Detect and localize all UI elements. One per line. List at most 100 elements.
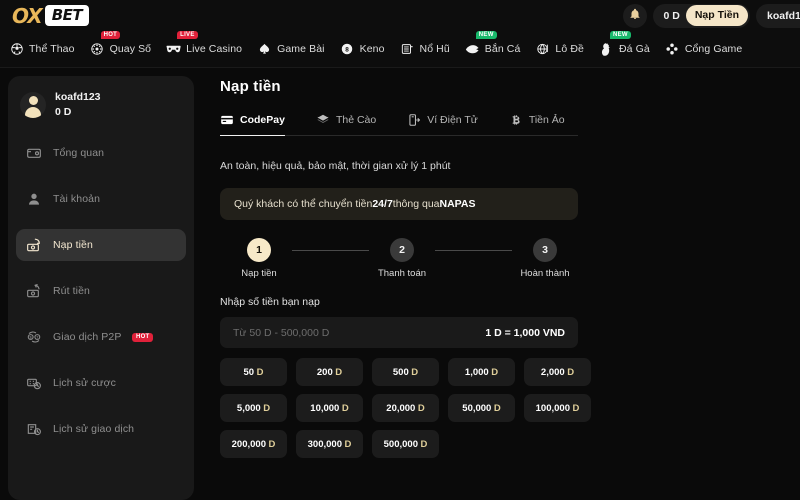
step-number: 2 bbox=[390, 238, 414, 262]
quick-amount-chip[interactable]: 500,000 D bbox=[372, 430, 439, 458]
nav-item-0[interactable]: Thể Thao bbox=[9, 42, 83, 57]
sidebar-item-label: Giao dịch P2P bbox=[53, 331, 122, 344]
chip-currency: D bbox=[268, 438, 276, 450]
sidebar-badge-hot: HOT bbox=[132, 332, 154, 342]
site-logo[interactable]: OX BET bbox=[12, 4, 90, 28]
exchange-rate-label: 1 D = 1,000 VND bbox=[485, 326, 565, 339]
balance-pill: 0 D Nạp Tiền bbox=[652, 3, 750, 28]
chip-currency: D bbox=[341, 402, 349, 414]
quick-amount-chip[interactable]: 1,000 D bbox=[448, 358, 515, 386]
sidebar-item-label: Lịch sử giao dịch bbox=[53, 423, 135, 436]
sidebar-item-0[interactable]: Tổng quan bbox=[16, 137, 186, 169]
nav-item-3[interactable]: Game Bài bbox=[257, 42, 333, 57]
notice-strong-hours: 24/7 bbox=[372, 198, 393, 210]
nav-item-7[interactable]: Lô Đề bbox=[535, 42, 592, 57]
chip-value: 50 bbox=[243, 366, 255, 378]
nav-item-label: Quay Số bbox=[109, 43, 152, 55]
nav-item-label: Game Bài bbox=[277, 43, 325, 55]
nav-item-label: Thể Thao bbox=[29, 43, 75, 55]
nav-item-label: Bắn Cá bbox=[484, 43, 521, 55]
quick-amount-chip[interactable]: 50 D bbox=[220, 358, 287, 386]
page-title: Nạp tiền bbox=[220, 78, 281, 95]
chip-currency: D bbox=[491, 366, 499, 378]
chip-value: 200 bbox=[316, 366, 333, 378]
sidebar-item-label: Nạp tiền bbox=[53, 239, 93, 252]
step-2: 2 Thanh toán bbox=[369, 238, 435, 279]
p2p-exchange-icon: $ T bbox=[26, 329, 42, 345]
amount-field-label: Nhập số tiền bạn nạp bbox=[220, 296, 320, 308]
tab-3[interactable]: Tiền Ảo bbox=[509, 113, 565, 135]
main-content: Nạp tiền CodePay Thẻ Cào Ví Điện Tử Tiền Ảo… bbox=[194, 68, 800, 500]
notification-bell-button[interactable] bbox=[622, 3, 647, 28]
bitcoin-icon bbox=[509, 113, 523, 127]
step-3: 3 Hoàn thành bbox=[512, 238, 578, 279]
notice-strong-network: NAPAS bbox=[439, 198, 476, 210]
quick-amount-chip[interactable]: 200 D bbox=[296, 358, 363, 386]
slot-machine-icon bbox=[400, 42, 415, 57]
tab-0[interactable]: CodePay bbox=[220, 113, 285, 136]
quick-amount-chip[interactable]: 100,000 D bbox=[524, 394, 591, 422]
chip-value: 500,000 bbox=[383, 438, 418, 450]
sidebar-item-6[interactable]: Lịch sử giao dịch bbox=[16, 413, 186, 445]
overview-wallet-icon bbox=[26, 145, 42, 161]
nav-item-label: Lô Đề bbox=[555, 43, 584, 55]
payment-method-tabs: CodePay Thẻ Cào Ví Điện Tử Tiền Ảo bbox=[220, 113, 578, 136]
tab-2[interactable]: Ví Điện Tử bbox=[407, 113, 478, 135]
sidebar-item-5[interactable]: Lịch sử cược bbox=[16, 367, 186, 399]
nav-item-4[interactable]: 8 Keno bbox=[340, 42, 393, 57]
account-sidebar: koafd123 0 D Tổng quan Tài khoản Nạp tiền R… bbox=[8, 76, 194, 500]
amount-input[interactable]: Từ 50 D - 500,000 D bbox=[233, 327, 329, 339]
nav-item-8[interactable]: NEW Đá Gà bbox=[599, 30, 658, 57]
quick-amount-chip[interactable]: 200,000 D bbox=[220, 430, 287, 458]
user-menu-button[interactable]: koafd123 bbox=[756, 3, 800, 28]
sidebar-item-3[interactable]: Rút tiền bbox=[16, 275, 186, 307]
sidebar-item-1[interactable]: Tài khoản bbox=[16, 183, 186, 215]
sidebar-profile[interactable]: koafd123 0 D bbox=[16, 86, 186, 124]
quick-amount-chip[interactable]: 20,000 D bbox=[372, 394, 439, 422]
nav-item-label: Live Casino bbox=[186, 43, 243, 55]
amount-input-wrapper[interactable]: Từ 50 D - 500,000 D 1 D = 1,000 VND bbox=[220, 317, 578, 348]
credit-card-icon bbox=[220, 113, 234, 127]
notice-prefix: Quý khách có thể chuyển tiền bbox=[234, 198, 373, 210]
quick-amount-chip[interactable]: 300,000 D bbox=[296, 430, 363, 458]
quick-amount-chip[interactable]: 5,000 D bbox=[220, 394, 287, 422]
nav-item-2[interactable]: LIVE Live Casino bbox=[166, 30, 250, 57]
transaction-history-icon bbox=[26, 421, 42, 437]
svg-text:8: 8 bbox=[345, 46, 349, 53]
username-label: koafd123 bbox=[767, 9, 800, 22]
page-body: koafd123 0 D Tổng quan Tài khoản Nạp tiền R… bbox=[0, 68, 800, 500]
step-label: Thanh toán bbox=[377, 268, 427, 279]
nav-item-5[interactable]: Nổ Hũ bbox=[400, 42, 458, 57]
step-number: 3 bbox=[533, 238, 557, 262]
account-user-icon bbox=[26, 191, 42, 207]
sidebar-item-2[interactable]: Nạp tiền bbox=[16, 229, 186, 262]
deposit-button[interactable]: Nạp Tiền bbox=[685, 5, 748, 26]
step-label: Nạp tiền bbox=[241, 268, 277, 279]
nav-item-6[interactable]: NEW Bắn Cá bbox=[465, 30, 529, 57]
chip-currency: D bbox=[572, 402, 580, 414]
nav-item-9[interactable]: Cổng Game bbox=[665, 42, 751, 57]
method-subtitle: An toàn, hiệu quả, bảo mật, thời gian xử… bbox=[220, 160, 451, 172]
chip-value: 2,000 bbox=[540, 366, 565, 378]
mask-icon bbox=[166, 42, 181, 57]
sidebar-item-4[interactable]: $ T Giao dịch P2P HOT bbox=[16, 321, 186, 353]
chip-value: 10,000 bbox=[310, 402, 340, 414]
nav-badge-new: NEW bbox=[475, 30, 497, 39]
step-connector bbox=[435, 250, 512, 251]
nav-badge-live: LIVE bbox=[177, 30, 198, 39]
quick-amount-chip[interactable]: 10,000 D bbox=[296, 394, 363, 422]
tab-1[interactable]: Thẻ Cào bbox=[316, 113, 376, 135]
chip-value: 100,000 bbox=[535, 402, 570, 414]
quick-amount-chip[interactable]: 50,000 D bbox=[448, 394, 515, 422]
deposit-cash-icon bbox=[26, 237, 42, 253]
chip-value: 500 bbox=[392, 366, 409, 378]
deposit-stepper: 1 Nạp tiền 2 Thanh toán 3 Hoàn thành bbox=[220, 238, 578, 279]
chip-value: 5,000 bbox=[236, 402, 261, 414]
nav-item-1[interactable]: HOT Quay Số bbox=[90, 30, 160, 57]
quick-amount-chip[interactable]: 2,000 D bbox=[524, 358, 591, 386]
chip-value: 50,000 bbox=[462, 402, 492, 414]
step-connector bbox=[292, 250, 369, 251]
sidebar-menu: Tổng quan Tài khoản Nạp tiền Rút tiền $ T Giao… bbox=[16, 137, 186, 445]
quick-amount-chip[interactable]: 500 D bbox=[372, 358, 439, 386]
sidebar-item-label: Tổng quan bbox=[53, 147, 105, 160]
